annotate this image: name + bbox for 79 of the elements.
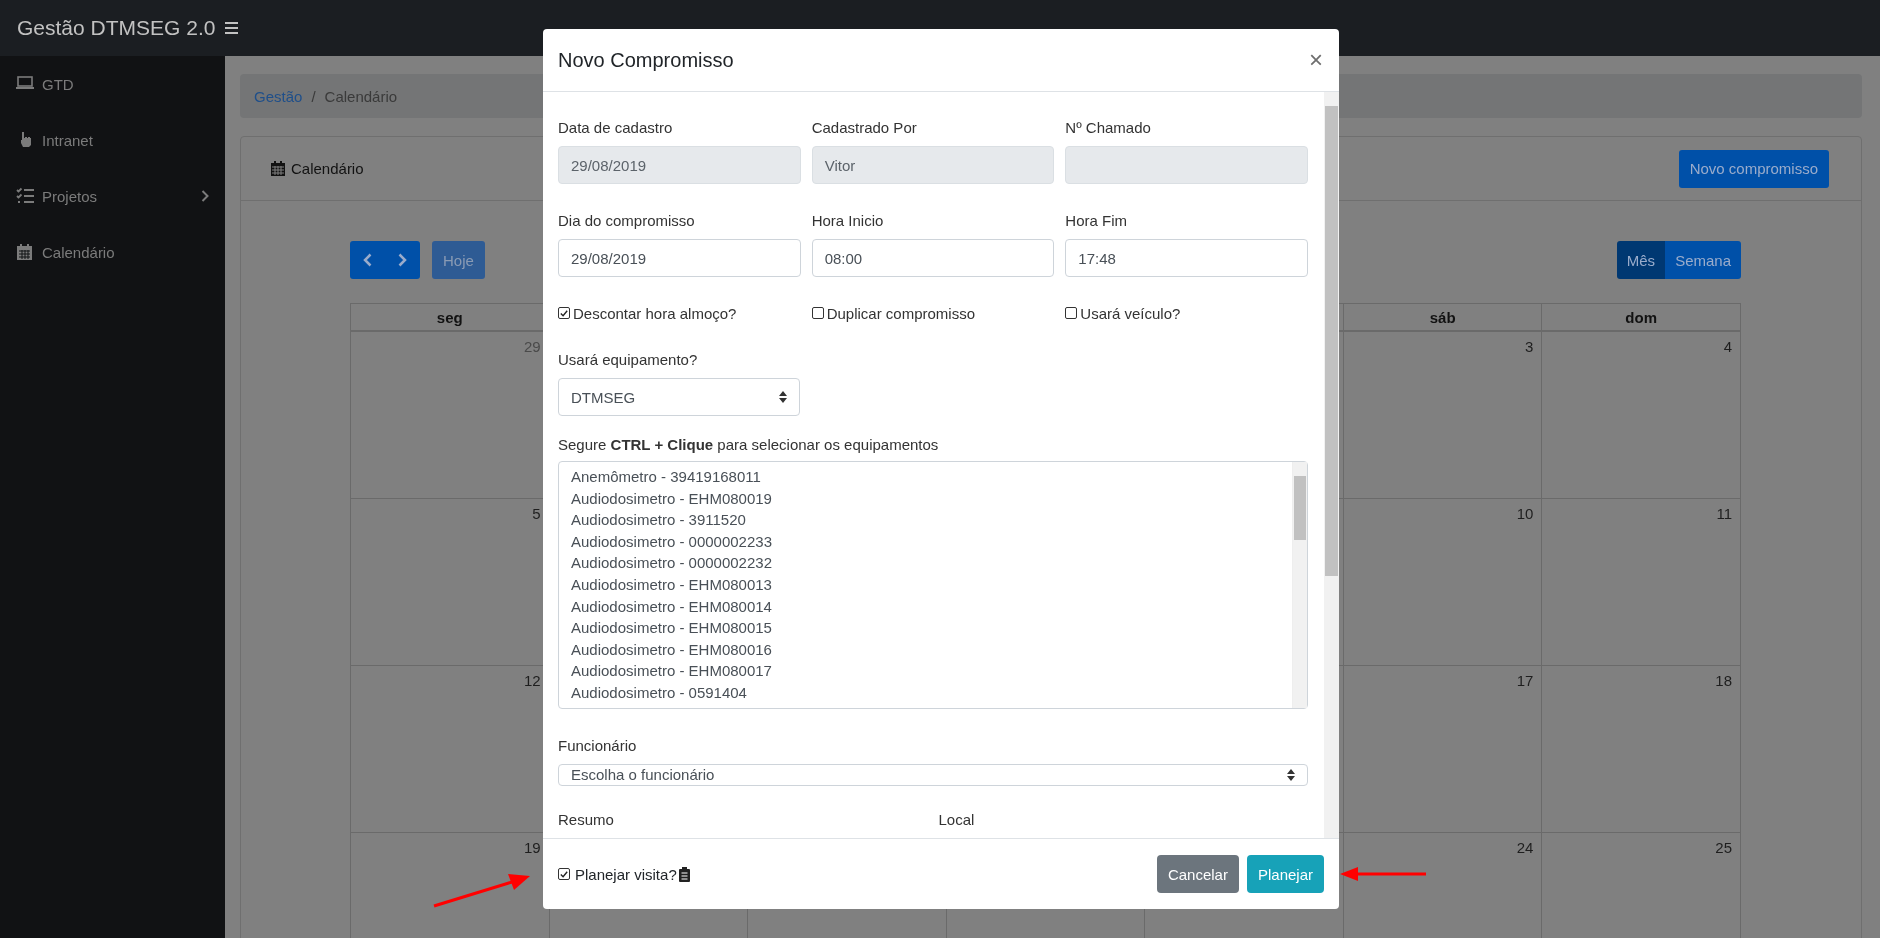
checkbox[interactable] — [558, 307, 570, 319]
weekday-header: sáb — [1429, 308, 1456, 326]
list-option[interactable]: Audiodosimetro - 0000002232 — [571, 552, 1280, 574]
checkbox-label: Planejar visita? — [575, 865, 677, 883]
scrollbar[interactable] — [1324, 92, 1339, 838]
input-field[interactable]: 08:00 — [811, 239, 1055, 277]
calendar-icon — [271, 161, 285, 176]
checkbox-label: Descontar hora almoço? — [573, 304, 737, 322]
input-field: 29/08/2019 — [558, 146, 801, 184]
field-label: Hora Inicio — [811, 211, 885, 231]
input-field[interactable]: 29/08/2019 — [558, 239, 801, 277]
field-label: Cadastrado Por — [811, 118, 918, 138]
list-option[interactable]: Audiodosimetro - 0591404 — [571, 681, 1280, 704]
day-number: 11 — [1716, 505, 1732, 522]
field-label: Nº Chamado — [1065, 118, 1152, 138]
scrollbar[interactable] — [1292, 462, 1307, 708]
close-button[interactable]: × — [1309, 48, 1323, 72]
field-label: Usará equipamento? — [558, 350, 699, 370]
hint-text: Segure CTRL + Clique para selecionar os equipamentos — [558, 436, 940, 453]
sidebar-item[interactable]: GTD — [0, 56, 225, 112]
chevron-right-icon — [398, 253, 407, 267]
field-label: Local — [938, 810, 976, 830]
select-arrows-icon — [1287, 768, 1295, 781]
list-option[interactable]: Audiodosimetro - EHM080013 — [571, 573, 1280, 596]
next-button[interactable] — [385, 241, 420, 279]
list-option[interactable]: Audiodosimetro - EHM080017 — [571, 660, 1280, 682]
card-title: Calendário — [291, 160, 364, 177]
day-number: 5 — [532, 505, 541, 522]
day-number: 18 — [1715, 672, 1732, 689]
weekday-header: seg — [436, 308, 463, 326]
clipboard-icon — [678, 866, 690, 882]
day-number: 19 — [523, 839, 541, 856]
field-label: Dia do compromisso — [558, 211, 696, 231]
list-option[interactable]: Anemômetro - 39419168011 — [571, 466, 1280, 488]
sidebar-item[interactable]: Calendário — [0, 224, 225, 280]
menu-icon — [225, 22, 239, 34]
input-field[interactable]: 17:48 — [1065, 239, 1308, 277]
day-number: 3 — [1525, 338, 1534, 355]
weekday-header: dom — [1625, 308, 1658, 326]
select-field[interactable]: DTMSEG — [558, 378, 800, 416]
sidebar-item[interactable]: Intranet — [0, 112, 225, 168]
day-number: 25 — [1715, 839, 1732, 856]
previous-button[interactable] — [350, 241, 385, 279]
checkbox[interactable] — [558, 868, 570, 880]
list-option[interactable]: Audiodosimetro - EHM080015 — [571, 617, 1280, 639]
list-option[interactable]: Audiodosimetro - 3911520 — [571, 509, 1280, 531]
day-number: 4 — [1723, 338, 1732, 355]
field-label: Data de cadastro — [558, 118, 674, 138]
list-option[interactable]: Audiodosimetro - 0000002233 — [571, 530, 1280, 553]
checkbox[interactable] — [1065, 307, 1078, 319]
breadcrumb-text: / — [311, 87, 316, 105]
field-label: Hora Fim — [1065, 211, 1128, 231]
cancel-button[interactable]: Cancelar — [1156, 855, 1239, 893]
modal-title: Novo Compromisso — [558, 48, 734, 72]
checkbox-label: Usará veículo? — [1080, 304, 1181, 322]
checklist-icon — [16, 187, 34, 205]
app-title: Gestão DTMSEG 2.0 — [17, 16, 216, 40]
day-number: 10 — [1516, 505, 1534, 522]
checkbox[interactable] — [811, 307, 824, 319]
field-label: Resumo — [558, 810, 615, 830]
checkbox-label: Duplicar compromisso — [826, 304, 976, 322]
list-option[interactable]: Audiodosimetro - EHM080014 — [571, 595, 1280, 618]
select-field[interactable]: Escolha o funcionário — [558, 763, 1308, 786]
list-option[interactable]: Audiodosimetro - EHM080016 — [571, 638, 1280, 661]
breadcrumb-text: Calendário — [324, 87, 398, 105]
chevron-left-icon — [363, 253, 372, 267]
select-arrows-icon — [779, 391, 787, 403]
calendar-icon — [16, 243, 34, 261]
sidebar-item[interactable]: Projetos — [0, 168, 225, 224]
day-number: 12 — [523, 672, 541, 689]
day-number: 24 — [1516, 839, 1534, 856]
list-option[interactable]: Audiodosimetro - EHM080019 — [571, 487, 1280, 510]
field-label: Funcionário — [558, 735, 638, 756]
today-button: Hoje — [432, 241, 485, 279]
day-number: 17 — [1516, 672, 1534, 689]
view-tab[interactable]: Mês — [1616, 241, 1666, 279]
chevron-right-icon — [201, 190, 209, 202]
input-field: Vitor — [811, 146, 1055, 184]
equipment-listbox[interactable] — [558, 461, 1308, 709]
